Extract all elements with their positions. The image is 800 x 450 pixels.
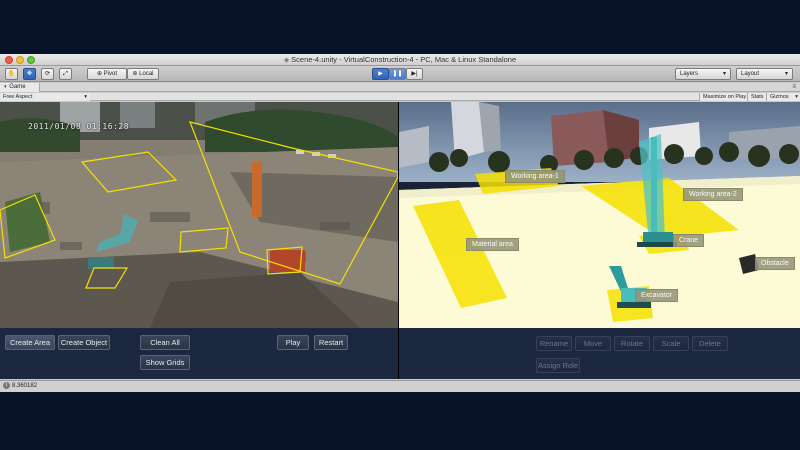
play-button[interactable]: ▶ (372, 68, 389, 80)
chevron-down-icon: ▾ (795, 94, 798, 100)
obstacle-label[interactable]: Obstacle (755, 257, 795, 270)
working-area-2-label[interactable]: Working area-2 (683, 188, 743, 201)
game-icon: ◐ (4, 84, 8, 90)
clean-all-button[interactable]: Clean All (140, 335, 190, 350)
toolbar: ✋ ✥ ⟳ ⤢ ⊕ Pivot ⊛ Local ▶ ❚❚ ▶| Layers ▾ … (0, 66, 800, 82)
gizmos-dropdown[interactable]: Gizmos ▾ (766, 93, 800, 101)
excavator-label[interactable]: Excavator (635, 289, 679, 302)
pivot-toggle[interactable]: ⊕ Pivot (87, 68, 127, 80)
title-bar: ◈ Scene-4.unity - VirtualConstruction-4 … (0, 54, 800, 66)
tab-game-label: Game (9, 84, 26, 90)
editor-window: ◈ Scene-4.unity - VirtualConstruction-4 … (0, 54, 800, 392)
show-grids-button[interactable]: Show Grids (140, 355, 190, 370)
rename-button[interactable]: Rename (536, 336, 572, 351)
hand-tool-button[interactable]: ✋ (5, 68, 18, 80)
aspect-label: Free Aspect (3, 94, 33, 100)
maximize-on-play-toggle[interactable]: Maximize on Play (699, 93, 750, 101)
pause-icon: ❚❚ (392, 71, 403, 77)
material-area-label[interactable]: Material area (466, 238, 519, 251)
layout-dropdown[interactable]: Layout ▾ (736, 68, 793, 80)
camera-feed[interactable]: 2011/01/08 01:16:28 (0, 102, 398, 328)
sim-play-button[interactable]: Play (277, 335, 309, 350)
tab-menu-icon[interactable]: ≡ (792, 83, 796, 92)
status-bar: i 8.360182 (0, 380, 800, 392)
simulation-scene (399, 102, 800, 328)
move-button[interactable]: Move (575, 336, 611, 351)
delete-button[interactable]: Delete (692, 336, 728, 351)
layers-label: Layers (680, 71, 699, 77)
local-toggle[interactable]: ⊛ Local (127, 68, 159, 80)
desktop-background: ◈ Scene-4.unity - VirtualConstruction-4 … (0, 0, 800, 450)
chevron-down-icon: ▾ (784, 71, 788, 77)
layers-dropdown[interactable]: Layers ▾ (675, 68, 731, 80)
step-icon: ▶| (411, 71, 418, 77)
right-control-panel: Rename Move Rotate Scale Delete Assign R… (399, 328, 800, 379)
pivot-label: Pivot (103, 71, 118, 77)
move-tool-button[interactable]: ✥ (23, 68, 36, 80)
chevron-down-icon: ▾ (84, 94, 87, 100)
aspect-dropdown[interactable]: Free Aspect ▾ (0, 93, 90, 101)
game-options-bar: Free Aspect ▾ Maximize on Play Stats Gizm… (0, 93, 800, 101)
chevron-down-icon: ▾ (722, 71, 726, 77)
tab-game[interactable]: ◐ Game (0, 83, 40, 92)
crane-label[interactable]: Crane (673, 234, 705, 247)
pause-button[interactable]: ❚❚ (389, 68, 406, 80)
tab-bar: ◐ Game ≡ (0, 83, 800, 92)
construction-site-photo (0, 102, 398, 328)
rotate-tool-button[interactable]: ⟳ (41, 68, 54, 80)
camera-timestamp: 2011/01/08 01:16:28 (28, 122, 130, 131)
scale-tool-button[interactable]: ⤢ (59, 68, 72, 80)
game-view: 2011/01/08 01:16:28 Working area-1 Worki… (0, 102, 800, 379)
create-object-button[interactable]: Create Object (58, 335, 110, 350)
info-icon: i (3, 381, 10, 389)
move-arrows-icon: ✥ (26, 71, 33, 77)
rotate-button[interactable]: Rotate (614, 336, 650, 351)
step-button[interactable]: ▶| (406, 68, 423, 80)
local-icon: ⊛ (132, 71, 138, 77)
create-area-button[interactable]: Create Area (5, 335, 55, 350)
local-label: Local (139, 71, 154, 77)
working-area-1-label[interactable]: Working area-1 (505, 170, 565, 183)
rotate-icon: ⟳ (44, 71, 51, 77)
scale-button[interactable]: Scale (653, 336, 689, 351)
restart-button[interactable]: Restart (314, 335, 348, 350)
play-icon: ▶ (378, 71, 383, 77)
scale-icon: ⤢ (63, 71, 68, 77)
status-message: 8.360182 (12, 383, 38, 389)
window-title: ◈ Scene-4.unity - VirtualConstruction-4 … (0, 54, 800, 66)
simulation-view[interactable]: Working area-1 Working area-2 Material a… (399, 102, 800, 328)
assign-role-button[interactable]: Assign Role (536, 358, 580, 373)
left-control-panel: Create Area Create Object Clean All Show… (0, 328, 398, 379)
layout-label: Layout (741, 71, 760, 77)
pivot-icon: ⊕ (96, 71, 102, 77)
stats-toggle[interactable]: Stats (747, 93, 767, 101)
gizmos-label: Gizmos (770, 94, 789, 100)
hand-icon: ✋ (7, 71, 16, 77)
window-title-text: Scene-4.unity - VirtualConstruction-4 - … (291, 55, 517, 64)
